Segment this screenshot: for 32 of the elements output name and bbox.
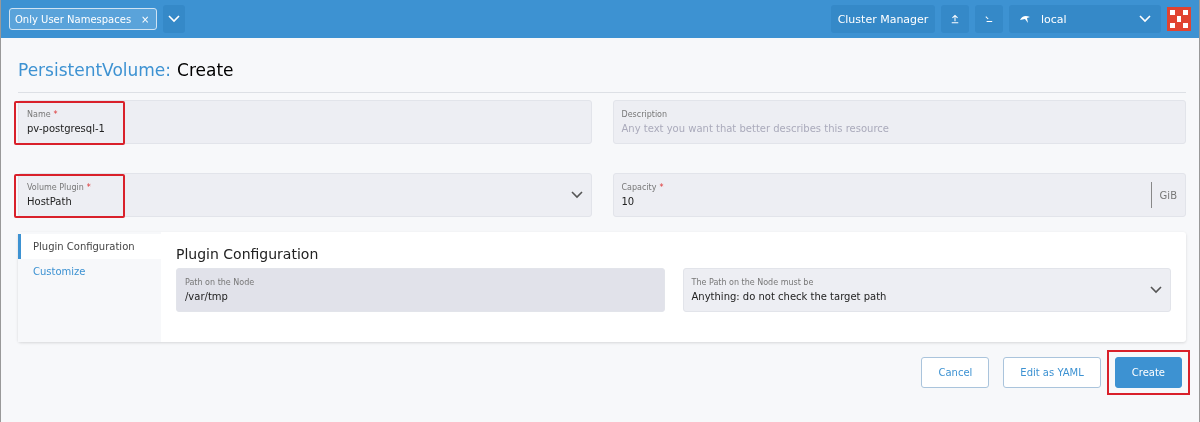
required-mark: * bbox=[659, 183, 664, 192]
field-label: The Path on the Node must be bbox=[691, 278, 814, 287]
field-value: 10 bbox=[621, 196, 636, 207]
field-label: Path on the Node bbox=[185, 278, 255, 287]
section-heading: Plugin Configuration bbox=[176, 246, 320, 262]
action-button[interactable]: Cancel bbox=[921, 357, 990, 388]
cluster-select[interactable]: local bbox=[1009, 5, 1161, 33]
field-label: Capacity bbox=[621, 183, 657, 192]
page-title-kind: PersistentVolume: bbox=[18, 60, 172, 80]
unit-label: GiB bbox=[1150, 182, 1177, 208]
side-tab[interactable]: Customize bbox=[18, 259, 161, 284]
select-field[interactable]: The Path on the Node must be Anything: do not check the target path bbox=[682, 268, 1171, 312]
required-mark: * bbox=[53, 110, 58, 119]
side-tab[interactable]: Plugin Configuration bbox=[18, 234, 161, 259]
remove-tag-button[interactable]: × bbox=[141, 13, 150, 25]
action-button[interactable]: Create bbox=[1114, 357, 1182, 388]
input-field[interactable]: Capacity * 10 GiB bbox=[612, 173, 1186, 217]
field-label: Description bbox=[621, 110, 668, 119]
page-title: Create bbox=[177, 60, 234, 80]
input-field[interactable]: Description Any text you want that better describes this resource bbox=[612, 100, 1186, 144]
field-placeholder: Any text you want that better describes this resource bbox=[621, 123, 890, 134]
field-label: Name bbox=[27, 110, 51, 119]
namespace-tag[interactable]: Only User Namespaces × bbox=[9, 8, 157, 30]
required-mark: * bbox=[86, 183, 91, 192]
field-value: HostPath bbox=[27, 196, 73, 207]
field-value: Anything: do not check the target path bbox=[691, 291, 888, 302]
action-button[interactable]: Edit as YAML bbox=[1003, 357, 1101, 388]
field-value: /var/tmp bbox=[185, 291, 229, 302]
field-value: pv-postgresql-1 bbox=[27, 123, 106, 134]
field-label: Volume Plugin bbox=[27, 183, 84, 192]
cluster-manager-button[interactable]: Cluster Manager bbox=[831, 5, 935, 33]
input-field[interactable]: Path on the Node /var/tmp bbox=[176, 268, 665, 312]
